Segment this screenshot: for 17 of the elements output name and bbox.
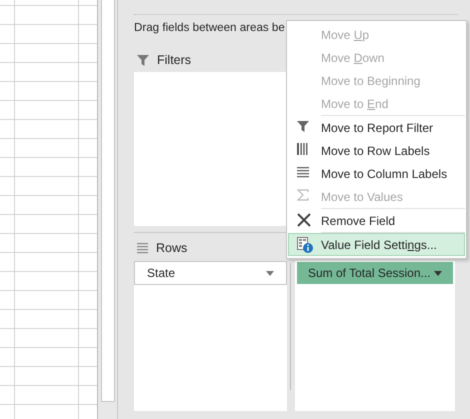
menu-item[interactable]: Move to Row Labels bbox=[288, 139, 465, 162]
list-icon bbox=[137, 242, 148, 254]
menu-item[interactable]: Value Field Settings... bbox=[288, 233, 465, 256]
dropdown-arrow-icon bbox=[266, 270, 274, 276]
menu-item[interactable]: Move to Report Filter bbox=[288, 116, 465, 139]
menu-item[interactable]: Move to Column Labels bbox=[288, 162, 465, 185]
area-label: Filters bbox=[157, 53, 192, 67]
area-label: Rows bbox=[156, 241, 188, 255]
settings-icon bbox=[297, 236, 313, 252]
field-button[interactable]: Sum of Total Session... bbox=[297, 262, 453, 284]
funnel-icon bbox=[137, 54, 149, 66]
dropdown-arrow-icon bbox=[434, 270, 442, 276]
instruction-text: Drag fields between areas be bbox=[134, 21, 285, 36]
scrollbar[interactable] bbox=[98, 0, 118, 419]
menu-item[interactable]: Remove Field bbox=[288, 209, 465, 232]
field-button[interactable]: State bbox=[134, 261, 287, 285]
close-icon bbox=[297, 212, 313, 228]
